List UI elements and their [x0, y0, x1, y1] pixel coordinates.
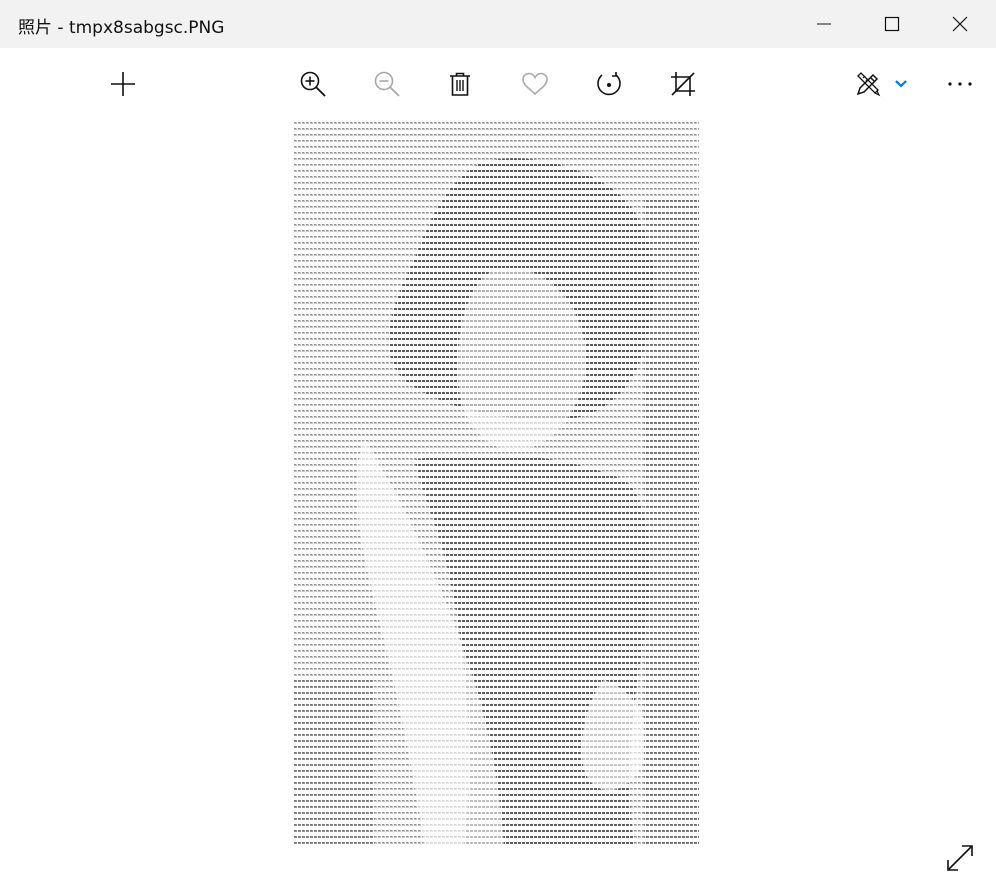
photo-image [294, 120, 699, 846]
minimize-button[interactable] [789, 0, 858, 48]
chevron-down-icon [895, 80, 907, 88]
favorite-icon [522, 72, 548, 96]
ascii-art-photo [294, 120, 699, 846]
delete-icon [450, 72, 470, 96]
zoom-out-icon [374, 71, 400, 97]
close-button[interactable] [925, 0, 994, 48]
more-button[interactable] [934, 48, 986, 120]
toolbar [0, 48, 996, 120]
edit-create-icon [856, 72, 881, 97]
favorite-button[interactable] [509, 48, 561, 120]
add-icon [111, 72, 135, 96]
zoom-out-button[interactable] [361, 48, 413, 120]
maximize-button[interactable] [857, 0, 926, 48]
full-screen-button[interactable] [938, 836, 982, 880]
close-icon [952, 16, 967, 32]
add-button[interactable] [97, 48, 149, 120]
rotate-icon [597, 72, 621, 96]
more-icon [948, 82, 972, 86]
title-bar: 照片 - tmpx8sabgsc.PNG [0, 0, 996, 48]
delete-button[interactable] [434, 48, 486, 120]
zoom-in-button[interactable] [287, 48, 339, 120]
rotate-button[interactable] [583, 48, 635, 120]
minimize-icon [816, 23, 831, 25]
zoom-in-icon [300, 71, 326, 97]
window-title: 照片 - tmpx8sabgsc.PNG [18, 18, 225, 38]
full-screen-icon [947, 845, 973, 871]
crop-button[interactable] [657, 48, 709, 120]
crop-icon [671, 72, 695, 96]
maximize-icon [884, 16, 899, 32]
edit-create-dropdown[interactable] [882, 48, 920, 120]
image-viewer [0, 120, 996, 894]
